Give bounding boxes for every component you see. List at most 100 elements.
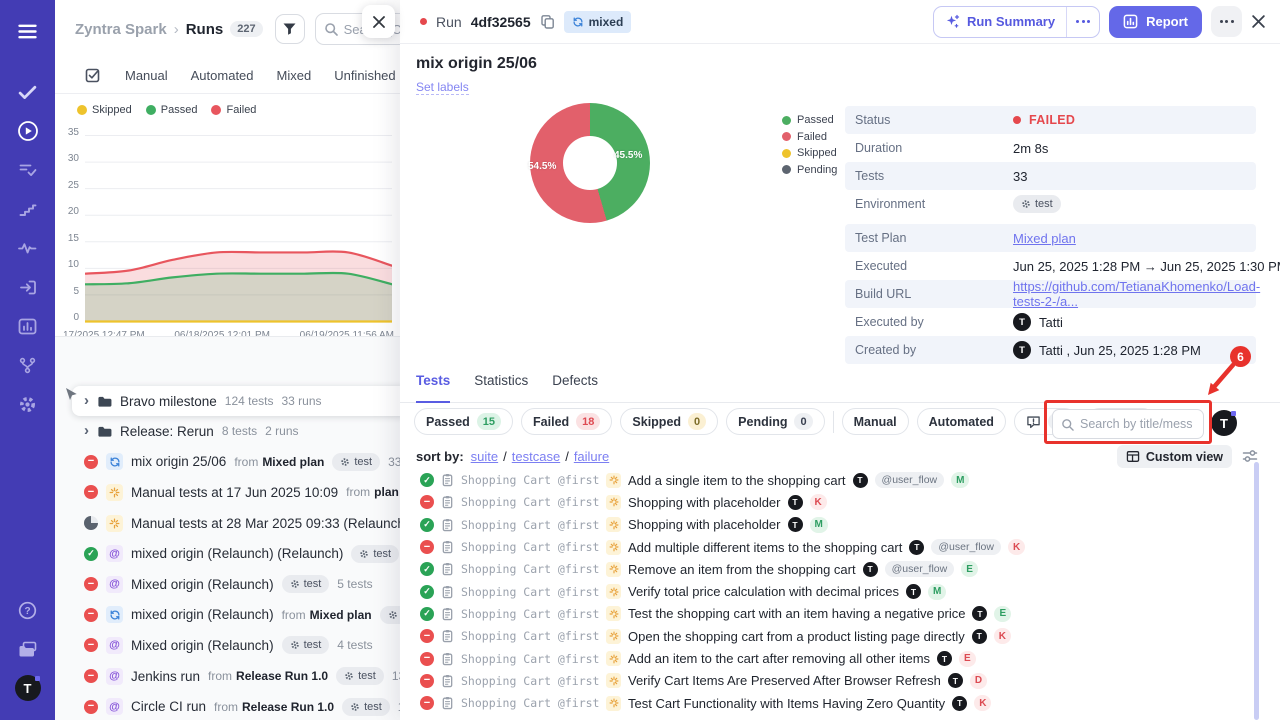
test-status-icon: [420, 518, 434, 532]
branch-icon[interactable]: [11, 348, 45, 382]
close-panel-button[interactable]: [1251, 14, 1266, 29]
projects-icon[interactable]: [11, 632, 45, 666]
run-row[interactable]: › Bravo milestone 124 tests 33 runs: [72, 386, 400, 416]
set-labels-link[interactable]: Set labels: [416, 80, 469, 95]
run-row[interactable]: @ Mixed origin (Relaunch) test 5 tests: [55, 569, 400, 600]
filter-pending[interactable]: Pending0: [726, 408, 824, 435]
trend-legend-item[interactable]: Skipped: [77, 104, 132, 116]
test-row[interactable]: Shopping Cart @first… Add multiple diffe…: [420, 536, 1244, 558]
tab-defects[interactable]: Defects: [552, 373, 598, 402]
check-icon[interactable]: [11, 75, 45, 109]
steps-icon[interactable]: [11, 192, 45, 226]
runs-panel: Zyntra Spark › Runs 227 ManualAutomatedM…: [55, 0, 400, 720]
defect-badge[interactable]: K: [974, 695, 991, 711]
test-row[interactable]: Shopping Cart @first… Test Cart Function…: [420, 692, 1244, 714]
run-row[interactable]: @ Mixed origin (Relaunch) test 4 tests: [55, 630, 400, 661]
test-row[interactable]: Shopping Cart @first… Verify total price…: [420, 580, 1244, 602]
tests-search-input[interactable]: [1080, 417, 1192, 431]
play-circle-icon[interactable]: [11, 114, 45, 148]
legend-dot-icon: [77, 105, 87, 115]
help-icon[interactable]: ?: [11, 593, 45, 627]
activity-icon[interactable]: [11, 231, 45, 265]
report-button[interactable]: Report: [1109, 6, 1202, 38]
defect-badge[interactable]: K: [1008, 539, 1025, 555]
filter-button[interactable]: [275, 14, 305, 44]
runs-type-tab[interactable]: Manual: [125, 68, 168, 83]
runs-type-tab[interactable]: Unfinished: [334, 68, 395, 83]
breadcrumb-workspace[interactable]: Zyntra Spark: [75, 21, 167, 38]
test-row[interactable]: Shopping Cart @first… Shopping with plac…: [420, 491, 1244, 513]
list-check-icon[interactable]: [11, 153, 45, 187]
chevron-right-icon[interactable]: ›: [84, 423, 89, 438]
run-row[interactable]: @ Jenkins run fromRelease Run 1.0 test 1…: [55, 661, 400, 692]
test-row[interactable]: Shopping Cart @first… Shopping with plac…: [420, 514, 1244, 536]
menu-icon[interactable]: [11, 14, 45, 48]
copy-run-id-button[interactable]: [540, 14, 555, 29]
tests-search[interactable]: [1052, 409, 1204, 439]
defect-badge[interactable]: E: [994, 606, 1011, 622]
donut-legend-item[interactable]: Pending: [782, 162, 837, 179]
from-plan[interactable]: Release Run 1.0: [236, 669, 328, 683]
bar-chart-icon[interactable]: [11, 309, 45, 343]
test-row[interactable]: Shopping Cart @first… Verify Cart Items …: [420, 670, 1244, 692]
tab-tests[interactable]: Tests: [416, 373, 450, 403]
defect-badge[interactable]: E: [961, 561, 978, 577]
sort-testcase-link[interactable]: testcase: [512, 449, 560, 464]
chevron-right-icon[interactable]: ›: [84, 393, 89, 408]
build-url-link[interactable]: https://github.com/TetianaKhomenko/Load-…: [1013, 279, 1260, 309]
test-row[interactable]: Shopping Cart @first… Add an item to the…: [420, 647, 1244, 669]
from-plan[interactable]: plan 1: [374, 485, 400, 499]
filter-passed[interactable]: Passed15: [414, 408, 513, 435]
from-plan[interactable]: Mixed plan: [262, 455, 324, 469]
filter-automated[interactable]: Automated: [917, 408, 1006, 435]
run-row[interactable]: › Release: Rerun 8 tests 2 runs: [55, 416, 400, 447]
sign-in-icon[interactable]: [11, 270, 45, 304]
tests-scrollbar[interactable]: [1254, 462, 1259, 720]
filter-skipped[interactable]: Skipped0: [620, 408, 718, 435]
user-avatar[interactable]: T: [11, 671, 45, 705]
sort-failure-link[interactable]: failure: [574, 449, 609, 464]
more-actions-button[interactable]: [1211, 6, 1242, 37]
filter-failed[interactable]: Failed18: [521, 408, 612, 435]
custom-view-button[interactable]: Custom view: [1117, 445, 1232, 468]
from-label: from: [282, 608, 306, 622]
defect-badge[interactable]: K: [994, 628, 1011, 644]
trend-legend-item[interactable]: Failed: [211, 104, 256, 116]
sort-suite-link[interactable]: suite: [471, 449, 498, 464]
test-row[interactable]: Shopping Cart @first… Add a single item …: [420, 469, 1244, 491]
trend-legend-item[interactable]: Passed: [146, 104, 198, 116]
runs-list-items: › Bravo milestone 124 tests 33 runs ›: [55, 386, 400, 720]
run-row[interactable]: @ mixed origin (Relaunch) (Relaunch) tes…: [55, 538, 400, 569]
test-row[interactable]: Shopping Cart @first… Remove an item fro…: [420, 558, 1244, 580]
donut-legend-item[interactable]: Passed: [782, 112, 837, 129]
panel-close-button[interactable]: [362, 5, 395, 38]
donut-legend-item[interactable]: Skipped: [782, 145, 837, 162]
defect-badge[interactable]: M: [951, 472, 969, 488]
test-row[interactable]: Shopping Cart @first… Open the shopping …: [420, 625, 1244, 647]
donut-legend: Passed Failed Skipped Pending: [782, 112, 837, 178]
tab-statistics[interactable]: Statistics: [474, 373, 528, 402]
filter-manual[interactable]: Manual: [842, 408, 909, 435]
runs-type-tab[interactable]: Automated: [191, 68, 254, 83]
select-runs-icon[interactable]: [85, 67, 102, 85]
defect-badge[interactable]: M: [928, 584, 946, 600]
defect-badge[interactable]: M: [810, 517, 828, 533]
test-plan-link[interactable]: Mixed plan: [1013, 231, 1076, 246]
from-plan[interactable]: Release Run 1.0: [242, 700, 334, 714]
run-row[interactable]: @ mix origin 25/06 fromMixed plan test 3…: [55, 447, 400, 478]
run-row[interactable]: @ Circle CI run fromRelease Run 1.0 test…: [55, 691, 400, 720]
run-row[interactable]: @ Manual tests at 17 Jun 2025 10:09 from…: [55, 477, 400, 508]
defect-badge[interactable]: K: [810, 494, 827, 510]
from-plan[interactable]: Mixed plan: [310, 608, 372, 622]
defect-badge[interactable]: D: [970, 673, 987, 689]
run-row[interactable]: @ mixed origin (Relaunch) fromMixed plan…: [55, 600, 400, 631]
test-row[interactable]: Shopping Cart @first… Test the shopping …: [420, 603, 1244, 625]
runs-type-tab[interactable]: Mixed: [277, 68, 312, 83]
donut-legend-item[interactable]: Failed: [782, 129, 837, 146]
run-row[interactable]: @ Manual tests at 28 Mar 2025 09:33 (Rel…: [55, 508, 400, 539]
details-label: Build URL: [855, 287, 1013, 301]
defect-badge[interactable]: E: [959, 651, 976, 667]
gear-icon[interactable]: [11, 387, 45, 421]
run-summary-button[interactable]: Run Summary: [933, 6, 1100, 38]
run-summary-more[interactable]: [1066, 7, 1099, 37]
